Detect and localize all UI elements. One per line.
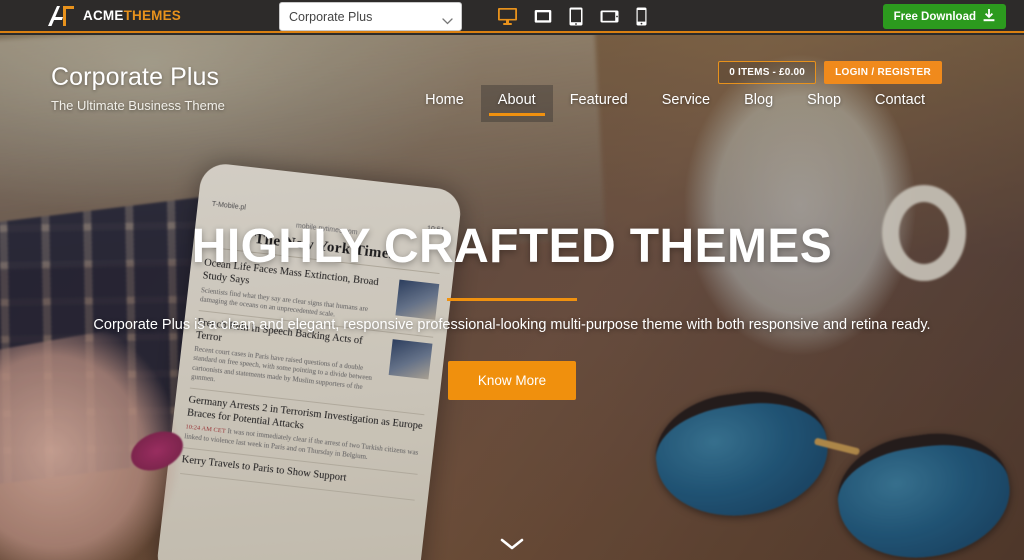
nav-item-about[interactable]: About bbox=[480, 85, 553, 122]
tablet-landscape-icon[interactable] bbox=[600, 10, 619, 23]
site-title: Corporate Plus bbox=[51, 63, 220, 91]
theme-selector[interactable]: Corporate Plus bbox=[279, 2, 462, 31]
free-download-button[interactable]: Free Download bbox=[882, 4, 1006, 29]
know-more-button[interactable]: Know More bbox=[447, 361, 577, 400]
nav-item-blog[interactable]: Blog bbox=[727, 85, 790, 122]
hero-divider bbox=[447, 298, 577, 301]
nav-item-featured[interactable]: Featured bbox=[553, 85, 645, 122]
desktop-icon[interactable] bbox=[498, 8, 517, 25]
cart-summary[interactable]: 0 ITEMS - £0.00 bbox=[718, 61, 817, 84]
site-branding[interactable]: Corporate Plus The Ultimate Business The… bbox=[51, 63, 225, 113]
primary-navigation: Home About Featured Service Blog Shop Co… bbox=[408, 85, 942, 122]
acmethemes-logo-icon bbox=[46, 5, 76, 27]
nav-item-service[interactable]: Service bbox=[645, 85, 727, 122]
site-tagline: The Ultimate Business Theme bbox=[51, 98, 225, 113]
nav-item-shop[interactable]: Shop bbox=[790, 85, 858, 122]
phone-icon[interactable] bbox=[636, 7, 647, 26]
nav-item-home[interactable]: Home bbox=[408, 85, 481, 122]
utility-bar: 0 ITEMS - £0.00 LOGIN / REGISTER bbox=[718, 61, 942, 84]
theme-select[interactable]: Corporate Plus bbox=[279, 2, 462, 31]
theme-preview-viewport: T-Mobile.pl 10:51 mobile.nytimes.com The… bbox=[0, 35, 1024, 560]
laptop-icon[interactable] bbox=[534, 9, 552, 24]
acmethemes-logo[interactable]: ACMETHEMES bbox=[46, 5, 181, 27]
chevron-down-icon[interactable] bbox=[499, 537, 525, 556]
logo-text-acme: ACME bbox=[83, 7, 124, 23]
theme-preview-toolbar: ACMETHEMES Corporate Plus Free Download bbox=[0, 0, 1024, 33]
login-register-button[interactable]: LOGIN / REGISTER bbox=[824, 61, 942, 84]
nav-item-contact[interactable]: Contact bbox=[858, 85, 942, 122]
hero-headline: HIGHLY CRAFTED THEMES bbox=[191, 220, 833, 273]
logo-text-themes: THEMES bbox=[123, 7, 182, 23]
hero-subtitle: Corporate Plus is a clean and elegant, r… bbox=[93, 317, 931, 333]
free-download-label: Free Download bbox=[893, 10, 976, 23]
download-icon bbox=[983, 8, 995, 25]
device-preview-switcher bbox=[498, 0, 647, 33]
tablet-portrait-icon[interactable] bbox=[569, 7, 583, 26]
hero-content: HIGHLY CRAFTED THEMES Corporate Plus is … bbox=[0, 223, 1024, 400]
